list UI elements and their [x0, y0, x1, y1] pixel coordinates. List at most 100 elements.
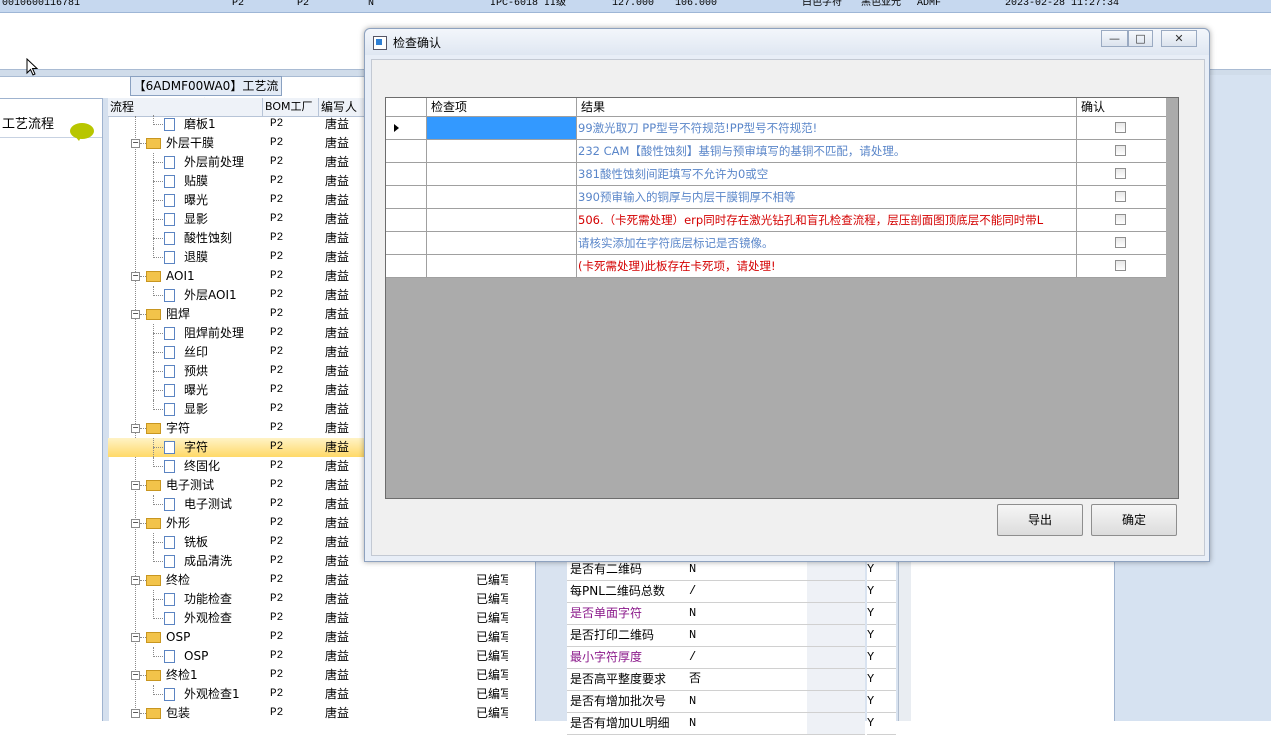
confirm-checkbox[interactable] [1115, 122, 1126, 133]
check-item-cell[interactable] [427, 255, 577, 278]
check-result-cell[interactable]: 381酸性蚀刻间距填写不允许为0或空 [577, 163, 1077, 186]
tree-row[interactable]: 成品清洗 P2 唐益 [108, 552, 370, 571]
check-row[interactable]: (卡死需处理)此板存在卡死项，请处理! [386, 255, 1166, 278]
row-header[interactable] [386, 255, 427, 278]
check-row[interactable]: 请核实添加在字符底层标记是否镜像。 [386, 232, 1166, 255]
tree-header-author[interactable]: 编写人 [319, 98, 370, 116]
collapse-icon[interactable]: − [131, 671, 140, 680]
tree-row[interactable]: 显影 P2 唐益 [108, 210, 370, 229]
tree-row[interactable]: 贴膜 P2 唐益 [108, 172, 370, 191]
attribute-value[interactable]: / [687, 581, 807, 603]
minimize-button[interactable]: — [1101, 30, 1128, 47]
chat-bubble-icon[interactable] [70, 123, 94, 141]
tree-header-factory[interactable]: BOM工厂 [263, 98, 319, 116]
tree-row[interactable]: − 终检 P2 唐益 [108, 571, 370, 590]
tree-row[interactable]: 功能检查 P2 唐益 [108, 590, 370, 609]
check-row[interactable]: 506.（卡死需处理）erp同时存在激光钻孔和盲孔检查流程，层压剖面图顶底层不能… [386, 209, 1166, 232]
check-item-cell[interactable] [427, 163, 577, 186]
collapse-icon[interactable]: − [131, 709, 140, 718]
tree-row[interactable]: 丝印 P2 唐益 [108, 343, 370, 362]
confirm-cell[interactable] [1077, 186, 1166, 209]
dialog-titlebar[interactable]: 检查确认 — □ ✕ [365, 29, 1209, 55]
tree-row[interactable]: OSP P2 唐益 [108, 647, 370, 666]
check-result-cell[interactable]: 232 CAM【酸性蚀刻】基铜与预审填写的基铜不匹配，请处理。 [577, 140, 1077, 163]
column-header-result[interactable]: 结果 [577, 98, 1077, 117]
confirm-checkbox[interactable] [1115, 260, 1126, 271]
attribute-value[interactable]: N [687, 559, 807, 581]
top-record-strip[interactable]: 0010600116781 P2 P2 N IPC-6018 II级 127.000 106… [0, 0, 1271, 13]
attribute-value[interactable]: N [687, 603, 807, 625]
check-result-cell[interactable]: 请核实添加在字符底层标记是否镜像。 [577, 232, 1077, 255]
tree-row[interactable]: − 包装 P2 唐益 [108, 704, 370, 723]
row-header[interactable] [386, 163, 427, 186]
check-item-cell[interactable] [427, 140, 577, 163]
collapse-icon[interactable]: − [131, 424, 140, 433]
confirm-checkbox[interactable] [1115, 145, 1126, 156]
check-results-grid[interactable]: 检查项 结果 确认 99激光取刀 PP型号不符规范!PP型号不符规范! 232 C… [385, 97, 1179, 499]
row-header[interactable] [386, 209, 427, 232]
check-item-cell[interactable] [427, 232, 577, 255]
tree-row[interactable]: 外观检查 P2 唐益 [108, 609, 370, 628]
attribute-value[interactable]: N [687, 713, 807, 735]
collapse-icon[interactable]: − [131, 519, 140, 528]
tree-row[interactable]: 酸性蚀刻 P2 唐益 [108, 229, 370, 248]
row-header[interactable] [386, 140, 427, 163]
confirm-cell[interactable] [1077, 255, 1166, 278]
close-button[interactable]: ✕ [1161, 30, 1197, 47]
collapse-icon[interactable]: − [131, 576, 140, 585]
tree-row[interactable]: 退膜 P2 唐益 [108, 248, 370, 267]
row-header[interactable] [386, 186, 427, 209]
collapse-icon[interactable]: − [131, 272, 140, 281]
tree-row[interactable]: − 外形 P2 唐益 [108, 514, 370, 533]
tree-row[interactable]: 外层AOI1 P2 唐益 [108, 286, 370, 305]
collapse-icon[interactable]: − [131, 481, 140, 490]
check-result-cell[interactable]: (卡死需处理)此板存在卡死项，请处理! [577, 255, 1077, 278]
tree-row[interactable]: 字符 P2 唐益 [108, 438, 370, 457]
tree-row[interactable]: − 字符 P2 唐益 [108, 419, 370, 438]
row-header[interactable] [386, 232, 427, 255]
check-item-cell[interactable] [427, 186, 577, 209]
tree-row[interactable]: − 电子测试 P2 唐益 [108, 476, 370, 495]
row-header[interactable] [386, 117, 427, 140]
check-item-cell[interactable] [427, 117, 577, 140]
tree-row[interactable]: 预烘 P2 唐益 [108, 362, 370, 381]
column-header-item[interactable]: 检查项 [427, 98, 577, 117]
tree-row[interactable]: − AOI1 P2 唐益 [108, 267, 370, 286]
left-nav-header[interactable]: 工艺流程 [0, 107, 102, 141]
tree-row[interactable]: − OSP P2 唐益 [108, 628, 370, 647]
ok-button[interactable]: 确定 [1091, 504, 1177, 536]
collapse-icon[interactable]: − [131, 139, 140, 148]
check-row[interactable]: 390预审输入的铜厚与内层干膜铜厚不相等 [386, 186, 1166, 209]
tree-row[interactable]: 电子测试 P2 唐益 [108, 495, 370, 514]
tree-row[interactable]: 阻焊前处理 P2 唐益 [108, 324, 370, 343]
confirm-cell[interactable] [1077, 140, 1166, 163]
collapse-icon[interactable]: − [131, 633, 140, 642]
attribute-scrollbar[interactable] [898, 559, 911, 721]
confirm-checkbox[interactable] [1115, 191, 1126, 202]
column-header-confirm[interactable]: 确认 [1077, 98, 1166, 117]
check-row[interactable]: 232 CAM【酸性蚀刻】基铜与预审填写的基铜不匹配，请处理。 [386, 140, 1166, 163]
maximize-button[interactable]: □ [1128, 30, 1153, 47]
confirm-cell[interactable] [1077, 163, 1166, 186]
tree-row[interactable]: 外层前处理 P2 唐益 [108, 153, 370, 172]
tree-row[interactable]: 铣板 P2 唐益 [108, 533, 370, 552]
tree-row[interactable]: 曝光 P2 唐益 [108, 381, 370, 400]
tree-row[interactable]: − 外层干膜 P2 唐益 [108, 134, 370, 153]
tree-row[interactable]: 终固化 P2 唐益 [108, 457, 370, 476]
check-row[interactable]: 99激光取刀 PP型号不符规范!PP型号不符规范! [386, 117, 1166, 140]
attribute-value[interactable]: N [687, 625, 807, 647]
tree-row[interactable]: 显影 P2 唐益 [108, 400, 370, 419]
confirm-checkbox[interactable] [1115, 168, 1126, 179]
export-button[interactable]: 导出 [997, 504, 1083, 536]
tree-row[interactable]: 外观检查1 P2 唐益 [108, 685, 370, 704]
check-item-cell[interactable] [427, 209, 577, 232]
confirm-cell[interactable] [1077, 209, 1166, 232]
collapse-icon[interactable]: − [131, 310, 140, 319]
confirm-checkbox[interactable] [1115, 214, 1126, 225]
tree-row[interactable]: − 阻焊 P2 唐益 [108, 305, 370, 324]
attribute-value[interactable]: / [687, 647, 807, 669]
attribute-value[interactable]: 否 [687, 669, 807, 691]
check-row[interactable]: 381酸性蚀刻间距填写不允许为0或空 [386, 163, 1166, 186]
tree-header-flow[interactable]: 流程 [108, 98, 263, 116]
attribute-value[interactable]: N [687, 691, 807, 713]
